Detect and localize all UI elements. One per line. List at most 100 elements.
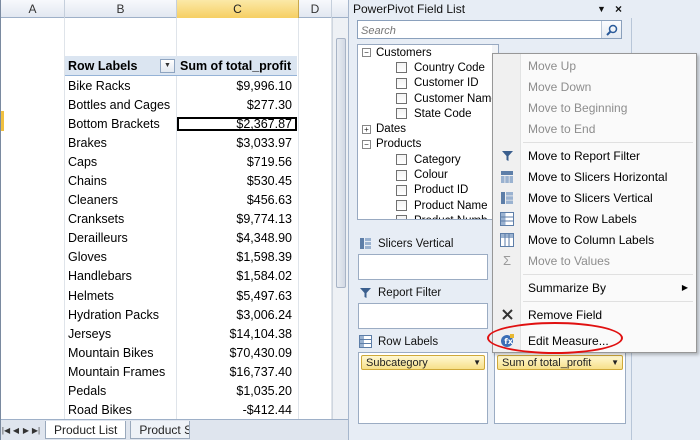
chevron-down-icon[interactable]: ▼ bbox=[611, 356, 619, 369]
pivot-row-label[interactable]: Brakes bbox=[65, 136, 177, 150]
pivot-row-value[interactable]: $9,774.13 bbox=[177, 212, 297, 226]
pivot-row-label[interactable]: Derailleurs bbox=[65, 231, 177, 245]
pivot-row-value[interactable]: $1,035.20 bbox=[177, 384, 297, 398]
pivot-row[interactable]: Bottom Brackets $2,367.87 bbox=[65, 114, 297, 133]
pivot-row-label[interactable]: Gloves bbox=[65, 250, 177, 264]
column-header-b[interactable]: B bbox=[65, 0, 177, 18]
tree-field-node[interactable]: Product Numb bbox=[358, 213, 498, 219]
sheet-tab-product-summary[interactable]: Product S bbox=[130, 421, 191, 439]
pivot-row[interactable]: Handlebars $1,584.02 bbox=[65, 267, 297, 286]
first-sheet-icon[interactable]: |◀ bbox=[1, 426, 11, 435]
menu-item-move-to-report-filter[interactable]: Move to Report Filter bbox=[493, 145, 696, 166]
pivot-row[interactable]: Road Bikes -$412.44 bbox=[65, 401, 297, 420]
expand-icon[interactable]: + bbox=[362, 124, 371, 134]
pivot-row-value[interactable]: $3,033.97 bbox=[177, 136, 297, 150]
pivot-row-label[interactable]: Chains bbox=[65, 174, 177, 188]
pivot-row[interactable]: Bike Racks $9,996.10 bbox=[65, 76, 297, 95]
pivot-row-label[interactable]: Pedals bbox=[65, 384, 177, 398]
pivot-row-value[interactable]: $1,584.02 bbox=[177, 269, 297, 283]
pivot-row-value[interactable]: $9,996.10 bbox=[177, 79, 297, 93]
pivot-row[interactable]: Helmets $5,497.63 bbox=[65, 286, 297, 305]
pivot-row[interactable]: Jerseys $14,104.38 bbox=[65, 324, 297, 343]
tree-field-node[interactable]: Category bbox=[358, 152, 498, 167]
pivot-row[interactable]: Pedals $1,035.20 bbox=[65, 382, 297, 401]
collapse-icon[interactable]: − bbox=[362, 48, 371, 58]
sum-total-profit-chip[interactable]: Sum of total_profit ▼ bbox=[497, 355, 623, 370]
row-labels-filter-dropdown[interactable]: ▼ bbox=[160, 58, 175, 73]
column-header-a[interactable]: A bbox=[1, 0, 65, 18]
pivot-row-value[interactable]: $719.56 bbox=[177, 155, 297, 169]
pivot-row[interactable]: Gloves $1,598.39 bbox=[65, 248, 297, 267]
pivot-row[interactable]: Cranksets $9,774.13 bbox=[65, 210, 297, 229]
pivot-row[interactable]: Mountain Frames $16,737.40 bbox=[65, 362, 297, 381]
search-input[interactable] bbox=[358, 22, 598, 40]
tree-field-node[interactable]: Customer ID bbox=[358, 76, 498, 91]
tree-table-node[interactable]: − Customers bbox=[358, 45, 498, 60]
column-header-c[interactable]: C bbox=[177, 0, 299, 18]
tree-field-node[interactable]: Country Code bbox=[358, 60, 498, 75]
tree-field-node[interactable]: Colour bbox=[358, 167, 498, 182]
last-sheet-icon[interactable]: ▶| bbox=[31, 426, 41, 435]
pivot-row-label[interactable]: Mountain Bikes bbox=[65, 346, 177, 360]
pivot-row-label[interactable]: Cranksets bbox=[65, 212, 177, 226]
report-filter-drop-zone[interactable] bbox=[358, 303, 488, 329]
field-checkbox[interactable] bbox=[396, 184, 407, 196]
pivot-row[interactable]: Bottles and Cages $277.30 bbox=[65, 95, 297, 114]
panel-options-icon[interactable]: ▼ bbox=[597, 0, 606, 18]
tree-field-node[interactable]: State Code bbox=[358, 106, 498, 121]
field-checkbox[interactable] bbox=[396, 62, 407, 74]
menu-item-summarize-by[interactable]: Summarize By ▶ bbox=[493, 277, 696, 298]
menu-item-move-to-slicers-vertical[interactable]: Move to Slicers Vertical bbox=[493, 187, 696, 208]
pivot-row-label[interactable]: Bottom Brackets bbox=[65, 117, 177, 131]
column-header-d[interactable]: D bbox=[299, 0, 332, 18]
pivot-row-value[interactable]: $14,104.38 bbox=[177, 327, 297, 341]
field-checkbox[interactable] bbox=[396, 77, 407, 89]
vertical-scrollbar[interactable] bbox=[332, 18, 349, 420]
pivot-row-label[interactable]: Bike Racks bbox=[65, 79, 177, 93]
tree-field-node[interactable]: Customer Name bbox=[358, 91, 498, 106]
close-icon[interactable]: × bbox=[615, 0, 622, 18]
pivot-row-value[interactable]: $70,430.09 bbox=[177, 346, 297, 360]
pivot-row-label[interactable]: Mountain Frames bbox=[65, 365, 177, 379]
row-labels-drop-zone[interactable]: Subcategory ▼ bbox=[358, 352, 488, 424]
pivot-row-value[interactable]: $530.45 bbox=[177, 174, 297, 188]
subcategory-chip[interactable]: Subcategory ▼ bbox=[361, 355, 485, 370]
menu-item-move-to-column-labels[interactable]: Move to Column Labels bbox=[493, 229, 696, 250]
pivot-row[interactable]: Derailleurs $4,348.90 bbox=[65, 229, 297, 248]
menu-item-move-to-slicers-horizontal[interactable]: Move to Slicers Horizontal bbox=[493, 166, 696, 187]
scrollbar-thumb[interactable] bbox=[336, 38, 346, 288]
field-checkbox[interactable] bbox=[396, 93, 407, 105]
pivot-row-label[interactable]: Handlebars bbox=[65, 269, 177, 283]
field-checkbox[interactable] bbox=[396, 200, 407, 212]
values-drop-zone[interactable]: Sum of total_profit ▼ bbox=[494, 352, 626, 424]
menu-item-move-to-row-labels[interactable]: Move to Row Labels bbox=[493, 208, 696, 229]
field-checkbox[interactable] bbox=[396, 215, 407, 219]
field-checkbox[interactable] bbox=[396, 154, 407, 166]
pivot-row-label[interactable]: Helmets bbox=[65, 289, 177, 303]
pivot-row-value[interactable]: -$412.44 bbox=[177, 403, 297, 417]
pivot-row[interactable]: Cleaners $456.63 bbox=[65, 191, 297, 210]
slicers-vertical-drop-zone[interactable] bbox=[358, 254, 488, 280]
tree-table-node[interactable]: − Products bbox=[358, 137, 498, 152]
pivot-row-value[interactable]: $4,348.90 bbox=[177, 231, 297, 245]
pivot-row-label[interactable]: Hydration Packs bbox=[65, 308, 177, 322]
pivot-row-label[interactable]: Jerseys bbox=[65, 327, 177, 341]
pivot-row[interactable]: Mountain Bikes $70,430.09 bbox=[65, 343, 297, 362]
tree-field-node[interactable]: Product Name bbox=[358, 198, 498, 213]
sheet-tab-product-list[interactable]: Product List bbox=[45, 421, 127, 439]
tree-table-node[interactable]: + Dates bbox=[358, 121, 498, 136]
chevron-down-icon[interactable]: ▼ bbox=[473, 356, 481, 369]
pivot-row-label[interactable]: Caps bbox=[65, 155, 177, 169]
field-checkbox[interactable] bbox=[396, 169, 407, 181]
collapse-icon[interactable]: − bbox=[362, 139, 371, 149]
pivot-row[interactable]: Chains $530.45 bbox=[65, 171, 297, 190]
pivot-row-value[interactable]: $3,006.24 bbox=[177, 308, 297, 322]
next-sheet-icon[interactable]: ▶ bbox=[21, 426, 31, 435]
pivot-row-value[interactable]: $277.30 bbox=[177, 98, 297, 112]
tree-field-node[interactable]: Product ID bbox=[358, 183, 498, 198]
pivot-row-label[interactable]: Road Bikes bbox=[65, 403, 177, 417]
prev-sheet-icon[interactable]: ◀ bbox=[11, 426, 21, 435]
pivot-row-value[interactable]: $16,737.40 bbox=[177, 365, 297, 379]
pivot-row[interactable]: Brakes $3,033.97 bbox=[65, 133, 297, 152]
pivot-row[interactable]: Caps $719.56 bbox=[65, 152, 297, 171]
